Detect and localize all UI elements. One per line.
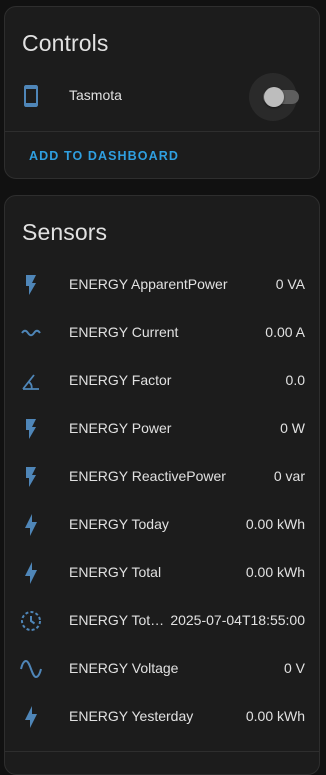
sensor-value: 2025-07-04T18:55:00 [170,612,305,628]
sensor-label[interactable]: ENERGY Power [69,420,171,436]
control-row-tasmota[interactable]: Tasmota [5,72,319,121]
controls-title: Controls [22,30,109,56]
lightning-bolt-icon [19,561,43,585]
sine-wave-icon [19,657,43,681]
sensor-row[interactable]: ENERGY ReactivePower 0 var [5,453,319,501]
sensor-label[interactable]: ENERGY Current [69,324,178,340]
flash-icon [19,465,43,489]
sensor-row[interactable]: ENERGY Power 0 W [5,405,319,453]
sensor-label[interactable]: ENERGY Yesterday [69,708,193,724]
card-divider [5,131,319,132]
current-ac-icon [19,321,43,345]
sensor-label[interactable]: ENERGY Factor [69,372,171,388]
sensor-row[interactable]: ENERGY ApparentPower 0 VA [5,261,319,309]
sensor-value: 0 W [280,420,305,436]
sensor-value: 0 V [283,660,305,676]
sensor-value: 0 VA [275,276,305,292]
sensor-row[interactable]: ENERGY Total 0.00 kWh [5,549,319,597]
lightning-bolt-icon [19,513,43,537]
sensor-value: 0.00 kWh [245,516,305,532]
lightning-bolt-icon [19,705,43,729]
sensor-label[interactable]: ENERGY Voltage [69,660,178,676]
sensor-row[interactable]: ENERGY Yesterday 0.00 kWh [5,693,319,741]
sensor-label[interactable]: ENERGY ReactivePower [69,468,226,484]
flash-icon [19,417,43,441]
sensors-card: Sensors ENERGY ApparentPower 0 VA ENERGY… [4,195,320,775]
sensor-value: 0 var [273,468,305,484]
sensor-row[interactable]: ENERGY Tot… 2025-07-04T18:55:00 [5,597,319,645]
sensor-row[interactable]: ENERGY Voltage 0 V [5,645,319,693]
sensors-title: Sensors [22,219,108,245]
sensor-row[interactable]: ENERGY Current 0.00 A [5,309,319,357]
sensor-value: 0.00 A [265,324,305,340]
sensor-label[interactable]: ENERGY Total [69,564,161,580]
flash-icon [19,273,43,297]
sensor-value: 0.00 kWh [245,708,305,724]
sensor-label[interactable]: ENERGY Today [69,516,169,532]
angle-acute-icon [19,369,43,393]
add-to-dashboard-button[interactable]: ADD TO DASHBOARD [21,142,187,170]
cellphone-icon [19,84,43,108]
control-label[interactable]: Tasmota [69,87,122,103]
clock-outline-icon [19,609,43,633]
card-divider [5,751,319,752]
sensor-value: 0.00 kWh [245,564,305,580]
sensor-row[interactable]: ENERGY Today 0.00 kWh [5,501,319,549]
controls-card: Controls Tasmota ADD TO DASHBOARD [4,6,320,179]
sensor-label[interactable]: ENERGY Tot… [69,612,164,628]
sensor-label[interactable]: ENERGY ApparentPower [69,276,228,292]
sensor-value: 0.0 [285,372,305,388]
toggle-thumb[interactable] [264,87,284,107]
sensor-row[interactable]: ENERGY Factor 0.0 [5,357,319,405]
